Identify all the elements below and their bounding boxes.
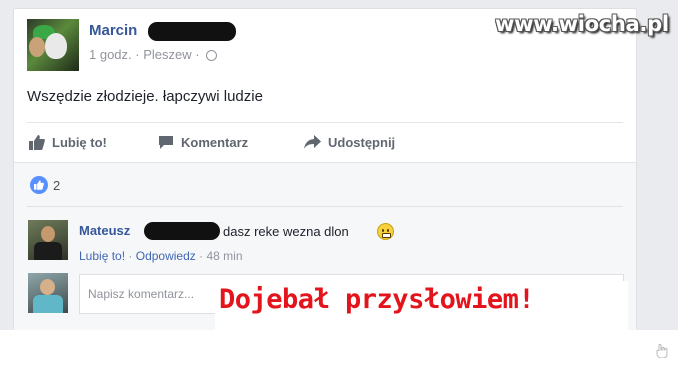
post-meta: 1 godz. · Pleszew ·	[89, 47, 218, 62]
comment-time[interactable]: 48 min	[206, 249, 242, 263]
post-author-name[interactable]: Marcin	[89, 22, 137, 39]
comment-separator: ·	[199, 249, 204, 263]
share-label: Udostępnij	[328, 134, 396, 150]
hand-cursor-icon	[656, 344, 668, 358]
comments-divider	[27, 206, 623, 207]
like-reaction-icon	[30, 176, 48, 194]
write-comment-placeholder: Napisz komentarz...	[88, 287, 195, 301]
comment-separator: ·	[128, 249, 133, 263]
post-actions: Lubię to! Komentarz Udostępnij	[27, 128, 623, 156]
comment-actions: Lubię to! · Odpowiedz · 48 min	[79, 249, 243, 263]
share-arrow-icon	[304, 135, 321, 149]
current-user-avatar	[28, 273, 68, 313]
commenter-avatar[interactable]	[28, 220, 68, 260]
site-watermark: www.wiocha.pl	[495, 12, 669, 36]
meta-separator: ·	[195, 47, 200, 62]
globe-icon[interactable]	[206, 50, 218, 61]
thumbs-up-icon	[29, 134, 45, 150]
comment-author[interactable]: Mateusz	[79, 223, 130, 238]
redacted-surname	[144, 222, 220, 240]
comment-reply-link[interactable]: Odpowiedz	[136, 249, 196, 263]
comment-button[interactable]: Komentarz	[158, 128, 248, 156]
comment-text: dasz reke wezna dlon	[223, 224, 349, 239]
action-divider	[27, 122, 623, 123]
share-button[interactable]: Udostępnij	[304, 128, 395, 156]
grimace-emoji-icon	[377, 223, 394, 240]
redacted-surname	[148, 22, 236, 41]
likes-summary[interactable]: 2	[30, 176, 60, 194]
author-avatar[interactable]	[27, 19, 79, 71]
like-label: Lubię to!	[52, 134, 107, 150]
speech-bubble-icon	[159, 135, 173, 149]
likes-count: 2	[53, 177, 61, 193]
like-button[interactable]: Lubię to!	[29, 128, 107, 156]
post-time[interactable]: 1 godz.	[89, 47, 132, 62]
meme-caption: Dojebał przysłowiem!	[219, 284, 535, 315]
post-text: Wszędzie złodzieje. łapczywi ludzie	[27, 88, 263, 105]
post-location[interactable]: Pleszew	[143, 47, 191, 62]
meta-separator: ·	[135, 47, 140, 62]
comment-like-link[interactable]: Lubię to!	[79, 249, 125, 263]
comment-label: Komentarz	[181, 134, 249, 150]
